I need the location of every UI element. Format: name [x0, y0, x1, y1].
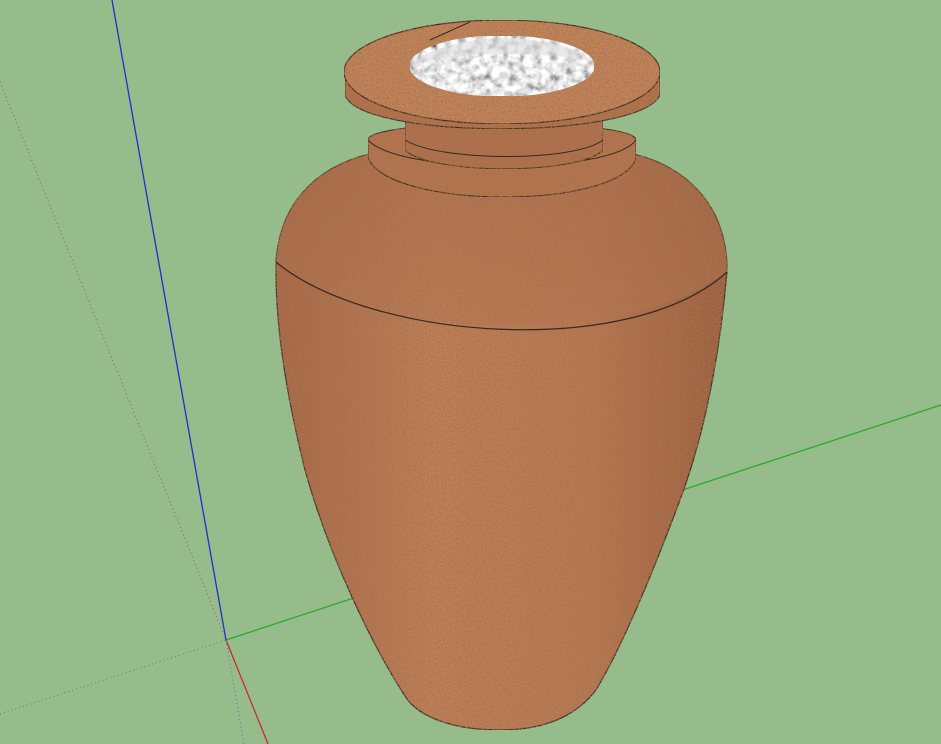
scene-canvas[interactable]: [0, 0, 941, 744]
blue-axis: [111, 0, 227, 641]
red-axis: [225, 639, 269, 744]
vase-model[interactable]: [275, 19, 728, 731]
blue-axis-dotted: [225, 639, 245, 744]
green-axis-dotted: [0, 639, 227, 715]
3d-viewport[interactable]: [0, 0, 941, 744]
red-axis-dotted: [0, 81, 227, 641]
